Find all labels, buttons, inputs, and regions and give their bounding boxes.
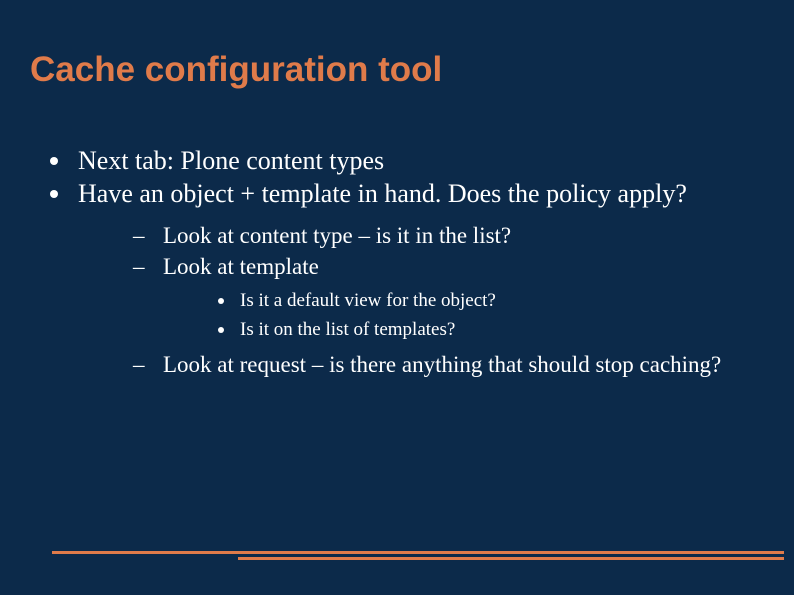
footer-divider (0, 551, 794, 560)
bullet-list-level3: Is it a default view for the object? Is … (163, 288, 764, 343)
bullet-text: Is it on the list of templates? (240, 319, 455, 340)
slide: Cache configuration tool Next tab: Plone… (0, 0, 794, 595)
list-item: Have an object + template in hand. Does … (42, 178, 764, 381)
bullet-text: Look at template (163, 254, 319, 279)
bullet-list-level1: Next tab: Plone content types Have an ob… (30, 145, 764, 380)
divider-line-icon (52, 551, 784, 554)
slide-title: Cache configuration tool (30, 50, 764, 90)
list-item: Is it on the list of templates? (218, 317, 764, 344)
list-item: Is it a default view for the object? (218, 288, 764, 315)
bullet-text: Look at request – is there anything that… (163, 352, 721, 377)
divider-line-icon (238, 557, 784, 560)
bullet-text: Look at content type – is it in the list… (163, 223, 511, 248)
list-item: Look at content type – is it in the list… (133, 220, 764, 251)
list-item: Look at request – is there anything that… (133, 349, 764, 380)
bullet-text: Have an object + template in hand. Does … (78, 179, 687, 208)
list-item: Look at template Is it a default view fo… (133, 251, 764, 343)
bullet-text: Next tab: Plone content types (78, 146, 384, 175)
list-item: Next tab: Plone content types (42, 145, 764, 178)
bullet-list-level2: Look at content type – is it in the list… (78, 220, 764, 380)
bullet-text: Is it a default view for the object? (240, 290, 496, 311)
